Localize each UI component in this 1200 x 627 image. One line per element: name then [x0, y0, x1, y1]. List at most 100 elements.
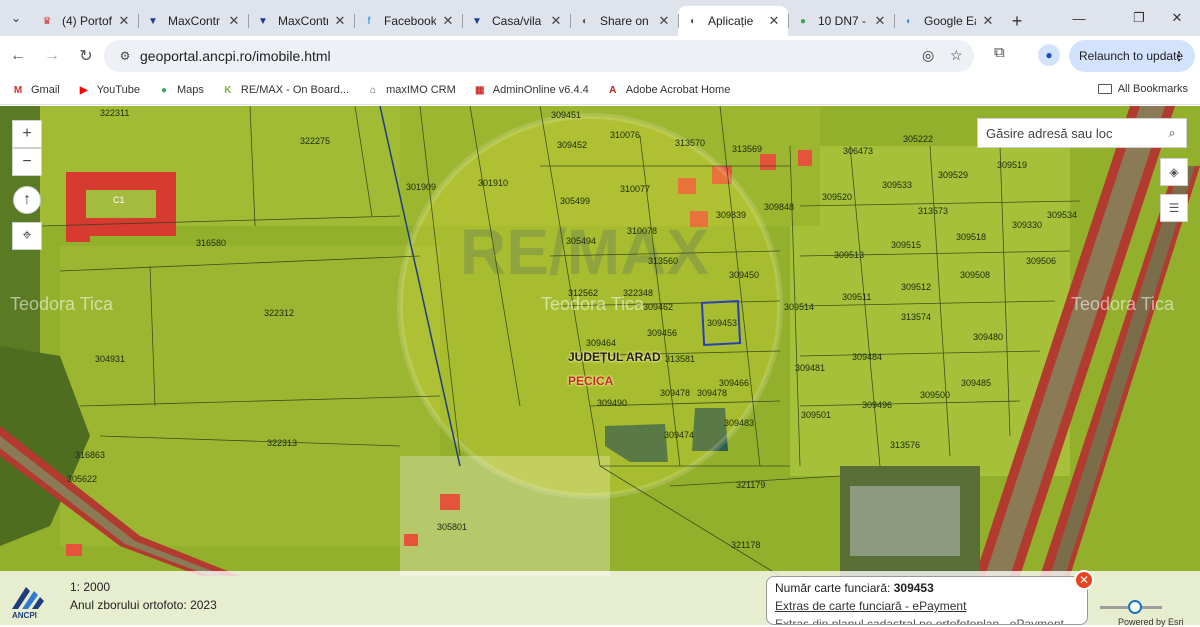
tab-close-icon[interactable]: ✕ [116, 13, 132, 29]
tab-close-icon[interactable]: ✕ [872, 13, 888, 29]
browser-tab[interactable]: ◐ Aplicație ✕ [678, 6, 788, 36]
tab-close-icon[interactable]: ✕ [980, 13, 996, 29]
svg-text:RE/MAX: RE/MAX [460, 216, 709, 288]
tab-title: Google Ea [924, 14, 976, 28]
browser-tab[interactable]: f Facebook ✕ [354, 6, 462, 36]
parcel-number-label: 309501 [801, 410, 832, 420]
tab-title: Share on [600, 14, 649, 28]
all-bookmarks-label: All Bookmarks [1117, 83, 1188, 95]
bookmark-star-icon[interactable]: ☆ [950, 47, 963, 64]
tab-title: 10 DN7 - [818, 14, 867, 28]
tab-close-icon[interactable]: ✕ [548, 13, 564, 29]
adminonline-icon: ▦ [475, 84, 485, 96]
parcel-number-label: 309520 [822, 192, 853, 202]
globe-icon: ◐ [689, 15, 697, 27]
parcel-number-label: 304931 [95, 354, 126, 364]
opacity-slider[interactable] [1100, 600, 1162, 614]
parcel-number-label: 309500 [920, 390, 951, 400]
tab-strip: ⌄ ♛ (4) Portofo ✕ ▼ MaxContr ✕ ▼ MaxContr ✕ f Face… [0, 0, 1200, 36]
tab-close-icon[interactable]: ✕ [332, 13, 348, 29]
parcel-number-label: 313570 [675, 138, 706, 148]
parcel-number-label: 322313 [267, 438, 298, 448]
bookmark-item[interactable]: ▦ AdminOnline v6.4.4 [472, 84, 589, 96]
browser-tab[interactable]: ◐ Google Ea ✕ [894, 6, 1002, 36]
tab-close-icon[interactable]: ✕ [656, 13, 672, 29]
maps-icon: ● [160, 84, 167, 96]
bookmark-item[interactable]: ▶ YouTube [76, 84, 140, 96]
parcel-number-label: 309508 [960, 270, 991, 280]
bookmark-item[interactable]: ⌂ maxIMO CRM [365, 84, 456, 96]
bookmark-item[interactable]: M Gmail [10, 84, 60, 96]
parcel-number-label: 309462 [643, 302, 674, 312]
parcel-number-label: 309474 [664, 430, 695, 440]
zoom-out-button[interactable]: − [12, 148, 42, 176]
parcel-number-label: 309513 [834, 250, 865, 260]
parcel-number-label: 309330 [1012, 220, 1043, 230]
parcel-number-label: 309848 [764, 202, 795, 212]
tab-title: Aplicație [708, 14, 754, 28]
close-popup-icon[interactable]: ✕ [1074, 570, 1094, 590]
tab-close-icon[interactable]: ✕ [226, 13, 242, 29]
parcel-number-label: 309512 [901, 282, 932, 292]
relaunch-button[interactable]: Relaunch to update ⋮ [1069, 40, 1195, 72]
more-menu-icon[interactable]: ⋮ [1173, 49, 1185, 63]
minimize-icon[interactable]: — [1056, 0, 1102, 36]
bookmark-item[interactable]: K RE/MAX - On Board... [220, 84, 349, 96]
profile-avatar-icon[interactable]: ● [1038, 44, 1060, 66]
tab-close-icon[interactable]: ✕ [440, 13, 456, 29]
remax-k-icon: K [224, 84, 232, 96]
tab-close-icon[interactable]: ✕ [766, 13, 782, 29]
browser-tab[interactable]: ♛ (4) Portofo ✕ [32, 6, 138, 36]
parcel-number-label: 309839 [716, 210, 747, 220]
url-text[interactable]: geoportal.ancpi.ro/imobile.html [140, 48, 331, 64]
map-view[interactable]: RE/MAX 322311 309451 310076 313570 31356… [0, 106, 1200, 625]
reload-icon[interactable]: ↻ [70, 40, 102, 72]
maps-pin-icon: ● [799, 15, 807, 27]
compass-icon[interactable]: ↑ [13, 186, 41, 214]
parcel-number-label: 309453 [707, 318, 738, 328]
tab-search-chevron-icon[interactable]: ⌄ [0, 0, 32, 36]
browser-tab[interactable]: ▼ MaxContr ✕ [248, 6, 354, 36]
legend-list-icon[interactable]: ☰ [1160, 194, 1188, 222]
search-icon[interactable]: ⌕ [1158, 125, 1186, 141]
remax-icon: ▼ [472, 15, 482, 27]
parcel-number-label: 313581 [665, 354, 696, 364]
portfolio-icon: ♛ [42, 15, 52, 27]
back-icon[interactable]: ← [2, 40, 34, 72]
layers-icon[interactable]: ◈ [1160, 158, 1188, 186]
land-registry-extract-link[interactable]: Extras de carte funciară - ePayment [775, 599, 966, 613]
forward-icon[interactable]: → [36, 40, 68, 72]
zoom-in-button[interactable]: + [12, 120, 42, 148]
cadastral-plan-extract-link[interactable]: Extras din planul cadastral pe ortofotop… [775, 617, 1064, 624]
site-info-icon[interactable]: ⚙ [110, 49, 140, 63]
locate-icon[interactable]: ⌖ [12, 222, 42, 250]
parcel-number-label: 322311 [100, 108, 130, 118]
browser-tab[interactable]: ▼ MaxContr ✕ [138, 6, 248, 36]
bookmark-item[interactable]: A Adobe Acrobat Home [605, 84, 730, 96]
bookmarks-bar: M Gmail ▶ YouTube ● Maps K RE/MAX - On Board...… [0, 76, 1200, 105]
parcel-number-label: 301909 [406, 182, 437, 192]
slider-knob[interactable] [1128, 600, 1142, 614]
browser-tab[interactable]: ◐ Share on ✕ [570, 6, 678, 36]
extensions-icon[interactable]: ⧉ [994, 44, 1005, 61]
close-window-icon[interactable]: ✕ [1154, 0, 1200, 36]
folder-icon [1097, 84, 1112, 94]
address-search[interactable]: Găsire adresă sau loc ⌕ [977, 118, 1187, 148]
map-canvas[interactable]: RE/MAX [0, 106, 1200, 625]
browser-tab[interactable]: ▼ Casa/vila ✕ [462, 6, 570, 36]
parcel-number-label: 305222 [903, 134, 934, 144]
search-input[interactable]: Găsire adresă sau loc [978, 126, 1158, 141]
all-bookmarks-button[interactable]: All Bookmarks [1097, 83, 1188, 95]
new-tab-button[interactable]: + [1002, 6, 1032, 36]
powered-by-text: Powered by Esri [1118, 617, 1184, 627]
parcel-number-label: 309480 [973, 332, 1004, 342]
browser-tab[interactable]: ● 10 DN7 - ✕ [788, 6, 894, 36]
address-bar[interactable]: ⚙ geoportal.ancpi.ro/imobile.html ◎ ☆ [104, 40, 974, 72]
google-earth-icon: ◐ [905, 15, 913, 27]
cadastral-number-row: Număr carte funciară: 309453 [775, 579, 1079, 597]
parcel-number-label: 321179 [736, 480, 766, 490]
bookmark-label: Gmail [31, 84, 60, 96]
parcel-number-label: 305622 [67, 474, 98, 484]
bookmark-item[interactable]: ● Maps [156, 84, 204, 96]
tracking-eye-off-icon[interactable]: ◎ [922, 47, 934, 64]
